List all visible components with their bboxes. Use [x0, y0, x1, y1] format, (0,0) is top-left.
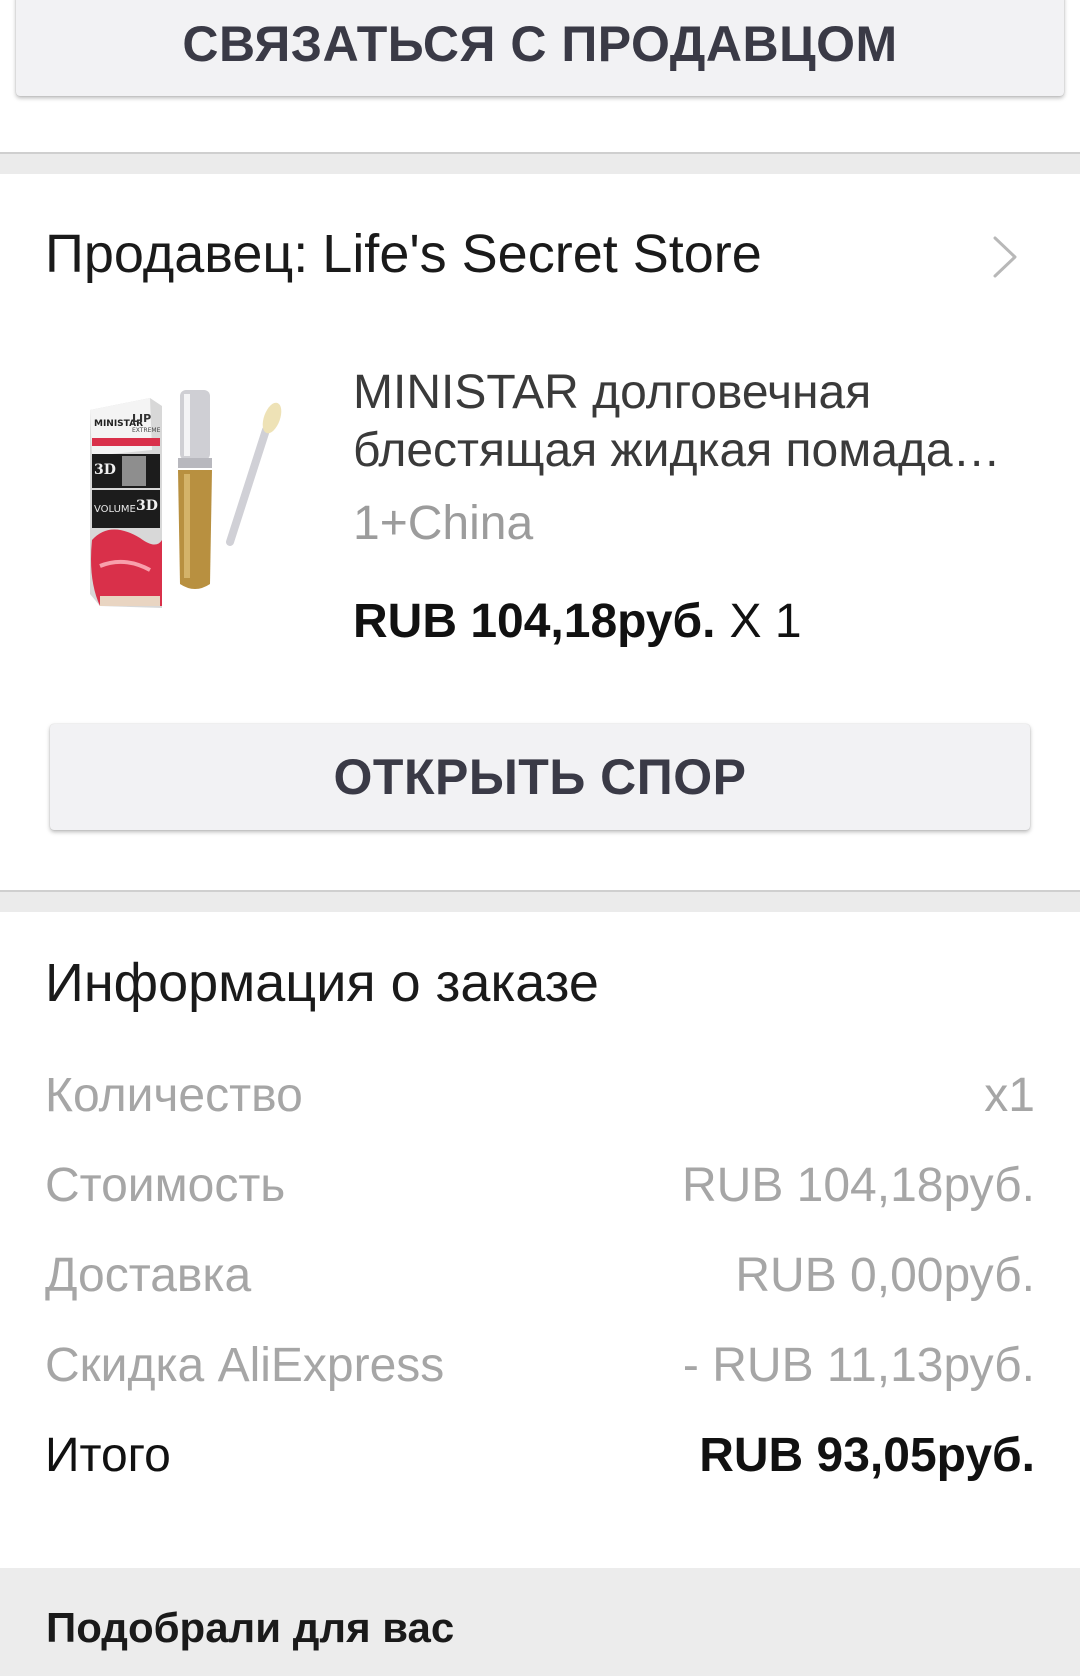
- box-3d-label-bottom: 3D: [136, 498, 158, 514]
- row-value: x1: [984, 1068, 1035, 1122]
- order-row-cost: Стоимость RUB 104,18руб.: [45, 1150, 1035, 1220]
- product-title[interactable]: MINISTAR долговечная блестящая жидкая по…: [353, 364, 1033, 480]
- contact-seller-section: СВЯЗАТЬСЯ С ПРОДАВЦОМ: [0, 0, 1080, 152]
- section-divider: [0, 890, 1080, 912]
- row-value: - RUB 11,13руб.: [682, 1338, 1035, 1392]
- contact-seller-button[interactable]: СВЯЗАТЬСЯ С ПРОДАВЦОМ: [16, 0, 1064, 96]
- row-label: Итого: [45, 1428, 171, 1482]
- order-row-total: Итого RUB 93,05руб.: [45, 1420, 1035, 1490]
- open-dispute-button[interactable]: ОТКРЫТЬ СПОР: [50, 724, 1030, 830]
- box-extreme-text: EXTREME: [132, 427, 161, 434]
- product-price-row: RUB 104,18руб. X 1: [353, 594, 802, 649]
- order-info-title: Информация о заказе: [45, 953, 599, 1013]
- order-row-shipping: Доставка RUB 0,00руб.: [45, 1240, 1035, 1310]
- box-volume-text: VOLUME: [94, 504, 136, 515]
- row-value: RUB 104,18руб.: [681, 1158, 1035, 1212]
- product-quantity: X 1: [729, 595, 802, 648]
- box-lip-text: LIP: [132, 412, 151, 425]
- product-variant: 1+China: [353, 497, 534, 550]
- product-price: RUB 104,18руб.: [353, 595, 716, 648]
- row-label: Количество: [45, 1068, 303, 1122]
- seller-section: Продавец: Life's Secret Store MINISTAR L…: [0, 174, 1080, 890]
- row-label: Скидка AliExpress: [45, 1338, 445, 1392]
- row-value: RUB 0,00руб.: [735, 1248, 1035, 1302]
- order-row-quantity: Количество x1: [45, 1060, 1035, 1130]
- recommendations-title: Подобрали для вас: [46, 1604, 455, 1651]
- section-divider: [0, 152, 1080, 174]
- box-3d-label-top: 3D: [94, 462, 116, 478]
- row-label: Доставка: [45, 1248, 252, 1302]
- chevron-right-icon[interactable]: [991, 234, 1019, 280]
- order-row-discount: Скидка AliExpress - RUB 11,13руб.: [45, 1330, 1035, 1400]
- recommendations-section: Подобрали для вас: [0, 1568, 1080, 1676]
- seller-name[interactable]: Life's Secret Store: [322, 223, 762, 285]
- lip-gloss-product-icon: MINISTAR LIP EXTREME 3D VOLUME 3D: [80, 370, 320, 620]
- row-value: RUB 93,05руб.: [699, 1428, 1035, 1482]
- order-info-section: Информация о заказе Количество x1 Стоимо…: [0, 912, 1080, 1568]
- seller-prefix: Продавец:: [45, 224, 309, 284]
- seller-row[interactable]: Продавец: Life's Secret Store: [45, 214, 1035, 294]
- product-image[interactable]: MINISTAR LIP EXTREME 3D VOLUME 3D: [80, 370, 320, 620]
- row-label: Стоимость: [45, 1158, 286, 1212]
